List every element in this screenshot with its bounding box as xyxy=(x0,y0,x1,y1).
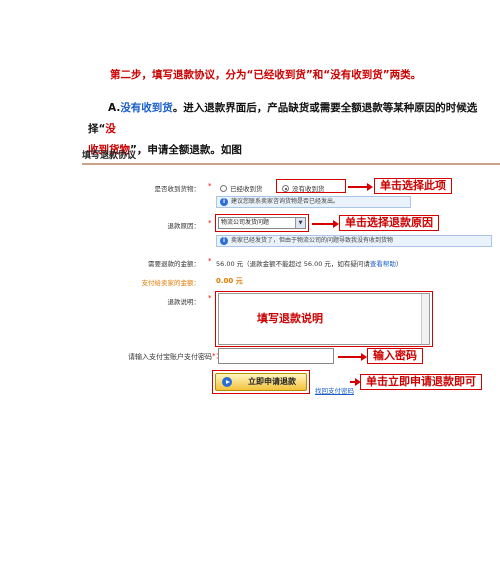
highlight-textarea-box xyxy=(215,291,433,347)
annotation-fill-desc: 填写退款说明 xyxy=(257,312,323,325)
received-hint: i 建议您联系卖家咨询货物是否已经发出。 xyxy=(216,196,411,208)
refund-form: 是否收到货物： * 已经收到货 没有收到货 单击选择此项 i 建议您联系卖家咨询货… xyxy=(82,165,500,410)
amount-label: 需要退款的金额： xyxy=(148,260,200,268)
info-icon: i xyxy=(220,198,228,206)
desc-label: 退款说明： xyxy=(167,298,201,306)
para-prefix: A. xyxy=(108,102,121,114)
annotation-arrow-4 xyxy=(350,378,361,385)
annotation-arrow-3 xyxy=(338,353,367,360)
highlight-radio-box xyxy=(276,179,346,193)
forgot-password-link[interactable]: 找回支付密码 xyxy=(315,385,354,395)
step-title: 第二步，填写退款协议，分为“已经收到货”和“没有收到货”两类。 xyxy=(110,69,422,81)
amount-help-link[interactable]: 查看帮助 xyxy=(370,260,396,268)
instruction-paragraph: A.没有收到货。进入退款界面后，产品缺货或需要全额退款等某种原因的时候选择“没 … xyxy=(88,98,500,161)
required-mark: * xyxy=(208,182,212,190)
received-label: 是否收到货物： xyxy=(154,185,201,193)
paid-label: 支付给卖家的金额： xyxy=(141,279,201,287)
highlight-submit-box xyxy=(212,370,310,394)
para-blue-text: 没有收到货 xyxy=(120,102,173,114)
annotation-select-option: 单击选择此项 xyxy=(374,178,452,194)
info-icon: i xyxy=(220,237,228,245)
radio-received[interactable]: 已经收到货 xyxy=(220,183,263,193)
annotation-select-reason: 单击选择退款原因 xyxy=(339,215,439,231)
para-red-text-1: 没 xyxy=(105,123,116,135)
annotation-arrow-1 xyxy=(348,183,373,190)
password-input[interactable] xyxy=(218,348,334,364)
reason-hint: i 卖家已经发货了，但由于物流公司的问题导致我没有收到货物 xyxy=(216,235,492,247)
highlight-select-box xyxy=(215,214,309,232)
required-mark: * xyxy=(208,219,212,227)
amount-value: 56.00 元（退款金额不能超过 56.00 元，如有疑问请查看帮助） xyxy=(216,260,403,268)
paid-value: 0.00 元 xyxy=(216,277,243,285)
para-end-text: ”，申请全额退款。如图 xyxy=(130,144,242,156)
annotation-enter-pwd: 输入密码 xyxy=(367,348,423,364)
radio-icon xyxy=(220,185,227,192)
required-mark: * xyxy=(208,257,212,265)
pwd-label: 请输入支付宝账户支付密码 xyxy=(128,353,212,361)
annotation-submit: 单击立即申请退款即可 xyxy=(360,374,482,390)
required-mark: * xyxy=(208,294,212,302)
annotation-arrow-2 xyxy=(312,220,339,227)
section-title: 填写退款协议 xyxy=(82,151,137,161)
reason-label: 退款原因： xyxy=(167,222,201,230)
